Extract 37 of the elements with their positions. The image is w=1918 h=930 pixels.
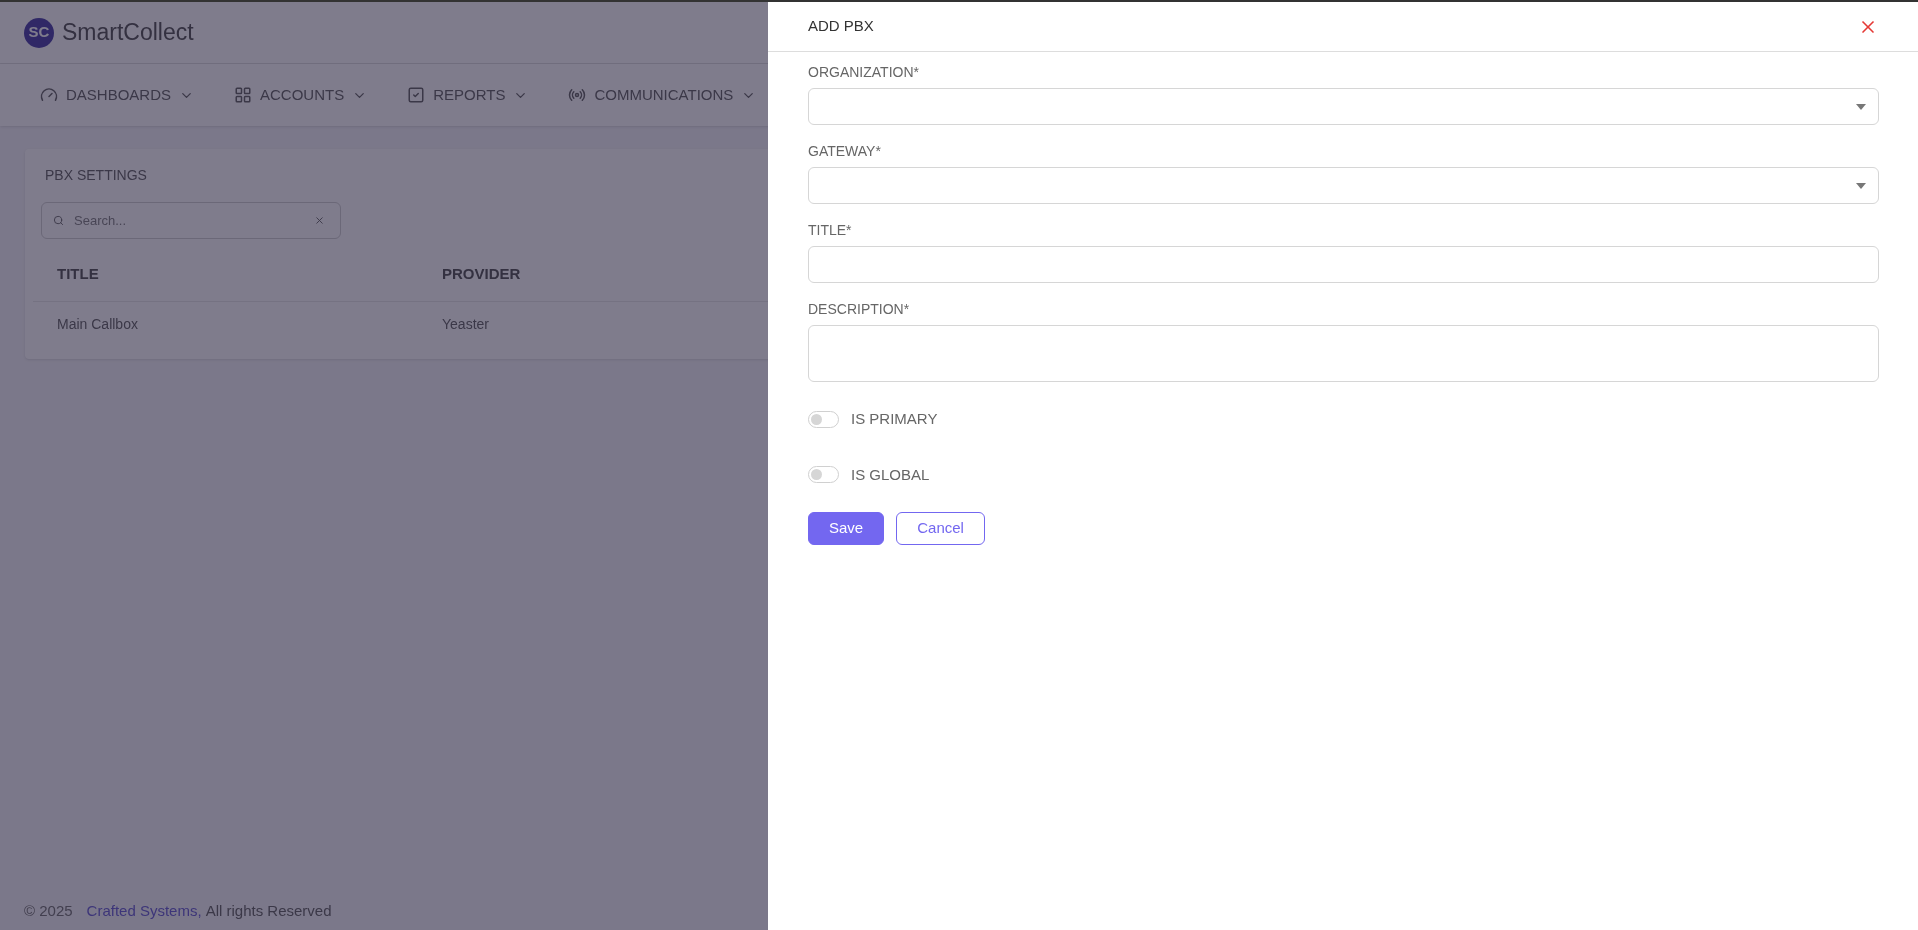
card-title: PBX SETTINGS [44,166,148,185]
cancel-button[interactable]: Cancel [896,512,985,545]
field-label: DESCRIPTION* [808,301,911,317]
copyright-text: © 2025 [24,900,73,921]
nav-icon [40,86,58,104]
select-field[interactable] [808,167,1879,204]
table-cell-text: Yeaster [441,315,489,334]
nav-icon [407,86,426,104]
field-label: TITLE* [808,222,853,238]
nav-menu-item[interactable]: COMMUNICATIONS [568,83,757,107]
dropdown-caret-icon [1856,182,1866,189]
app-name: SmartCollect [62,18,194,48]
select-field[interactable] [808,88,1879,125]
toggle-label: IS PRIMARY [851,409,938,429]
input-field[interactable] [808,246,1879,283]
toggle-switch[interactable] [808,410,839,428]
column-header: PROVIDER [441,263,521,284]
table-cell-text: Main Callbox [56,315,139,334]
textarea-field[interactable] [808,325,1879,382]
nav-icon [234,86,253,104]
company-link[interactable]: Crafted Systems, [86,899,202,922]
nav-menu-item[interactable]: ACCOUNTS [234,83,368,107]
rights-text: All rights Reserved [205,900,332,921]
dropdown-caret-icon [1856,103,1866,110]
save-button[interactable]: Save [808,512,885,545]
nav-icon [568,86,587,104]
nav-menu-item[interactable]: REPORTS [407,83,529,107]
toggle-switch[interactable] [808,466,839,484]
search-icon [53,215,64,226]
nav-menu-item[interactable]: DASHBOARDS [40,83,195,107]
toggle-label: IS GLOBAL [851,464,930,485]
column-header: TITLE [56,263,100,284]
clear-icon [314,215,325,226]
logo-badge: SC [24,17,54,48]
field-label: GATEWAY* [808,143,882,159]
field-label: ORGANIZATION* [808,64,920,80]
drawer-title: ADD PBX [808,16,874,37]
